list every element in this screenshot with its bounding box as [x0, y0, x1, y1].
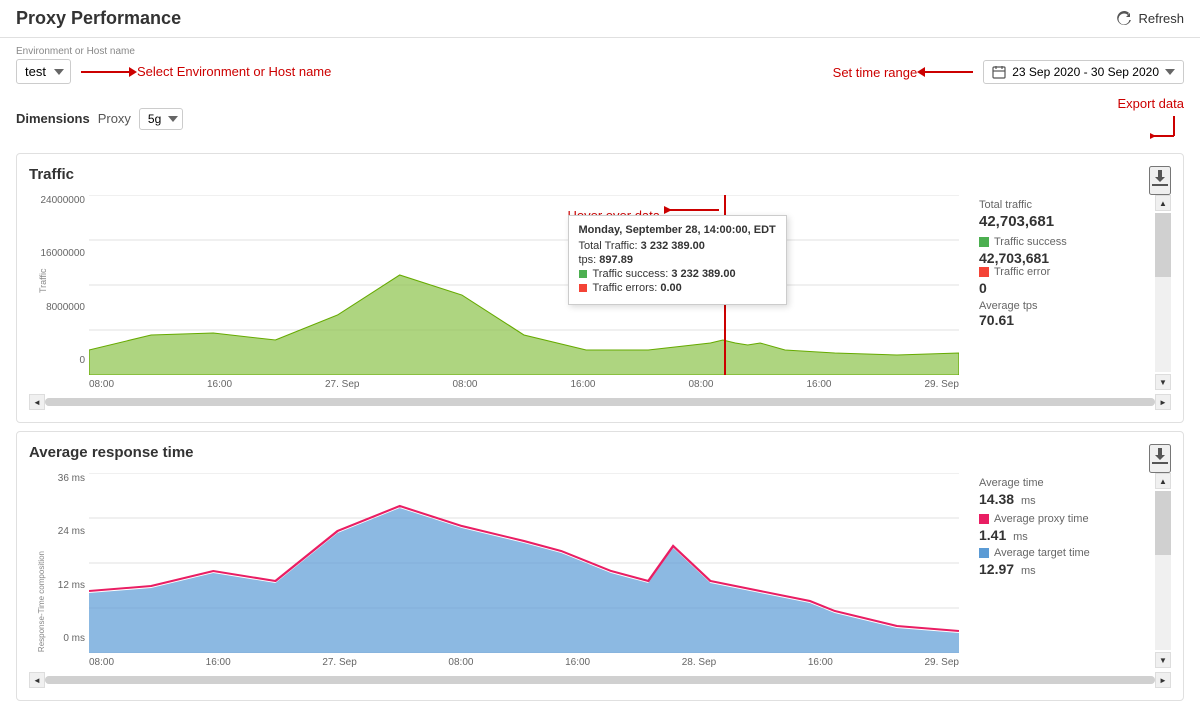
response-section: Average response time 36 ms 24 ms 12 ms … [16, 431, 1184, 701]
scroll-right-arrow[interactable]: ► [1155, 394, 1171, 410]
scroll-up-arrow[interactable]: ▲ [1155, 195, 1171, 211]
target-time-dot [979, 548, 989, 558]
env-select[interactable]: test [16, 59, 71, 84]
download-icon [1151, 168, 1169, 188]
time-range-group: Set time range 23 Sep 2020 - 30 Sep 2020 [833, 60, 1184, 84]
tooltip-error-dot [579, 284, 587, 292]
traffic-y-title: Traffic [38, 268, 48, 293]
time-range-value: 23 Sep 2020 - 30 Sep 2020 [1012, 65, 1159, 79]
dimensions-row: Dimensions Proxy 5g Export data [0, 88, 1200, 145]
traffic-chart-area: Monday, September 28, 14:00:00, EDT Tota… [89, 195, 959, 375]
traffic-stats: Total traffic 42,703,681 Traffic success… [971, 195, 1151, 390]
time-annotation-arrow: Set time range [833, 65, 974, 80]
response-x-labels: 08:00 16:00 27. Sep 08:00 16:00 28. Sep … [89, 653, 959, 668]
response-svg [89, 473, 959, 653]
success-dot [979, 237, 989, 247]
proxy-select[interactable]: 5g [139, 108, 183, 130]
traffic-tooltip: Monday, September 28, 14:00:00, EDT Tota… [568, 215, 787, 305]
response-scrollbar-v: ▲ ▼ [1155, 473, 1171, 668]
scroll-right-arrow-2[interactable]: ► [1155, 672, 1171, 688]
env-group: Environment or Host name test Select Env… [16, 46, 331, 84]
download-icon-2 [1151, 446, 1169, 466]
scroll-left-arrow[interactable]: ◄ [29, 394, 45, 410]
refresh-button[interactable]: Refresh [1116, 11, 1184, 27]
page-title: Proxy Performance [16, 8, 181, 29]
traffic-x-labels: 08:00 16:00 27. Sep 08:00 16:00 08:00 16… [89, 375, 959, 390]
env-annotation-arrow: Select Environment or Host name [81, 64, 331, 79]
response-scrollbar-h: ◄ ► [29, 672, 1171, 688]
env-label: Environment or Host name [16, 46, 331, 57]
traffic-scrollbar-v: ▲ ▼ [1155, 195, 1171, 390]
traffic-section: Traffic 24000000 16000000 8000000 0 Traf… [16, 153, 1184, 423]
time-range-button[interactable]: 23 Sep 2020 - 30 Sep 2020 [983, 60, 1184, 84]
traffic-scrollbar-h: ◄ ► [29, 394, 1171, 410]
dimensions-left: Dimensions Proxy 5g [16, 108, 183, 130]
response-download-button[interactable] [1149, 444, 1171, 473]
response-y-title: Response-Time composition [37, 551, 47, 652]
error-dot [979, 267, 989, 277]
traffic-svg [89, 195, 959, 375]
response-chart-area [89, 473, 959, 653]
chevron-down-icon [1165, 69, 1175, 75]
scroll-left-arrow-2[interactable]: ◄ [29, 672, 45, 688]
scroll-up-arrow-2[interactable]: ▲ [1155, 473, 1171, 489]
scroll-down-arrow[interactable]: ▼ [1155, 374, 1171, 390]
calendar-icon [992, 65, 1006, 79]
export-arrow-icon [1124, 111, 1184, 141]
scroll-down-arrow-2[interactable]: ▼ [1155, 652, 1171, 668]
tooltip-success-dot [579, 270, 587, 278]
top-bar: Proxy Performance Refresh [0, 0, 1200, 38]
dim-proxy-label: Proxy [98, 111, 131, 126]
export-annotation: Export data [1118, 96, 1185, 141]
response-stats: Average time 14.38 ms Average proxy time… [971, 473, 1151, 668]
traffic-download-button[interactable] [1149, 166, 1171, 195]
refresh-icon [1116, 11, 1132, 27]
response-title: Average response time [29, 444, 194, 461]
proxy-time-dot [979, 514, 989, 524]
dim-label: Dimensions [16, 111, 90, 126]
traffic-title: Traffic [29, 166, 74, 183]
controls-row: Environment or Host name test Select Env… [0, 38, 1200, 88]
